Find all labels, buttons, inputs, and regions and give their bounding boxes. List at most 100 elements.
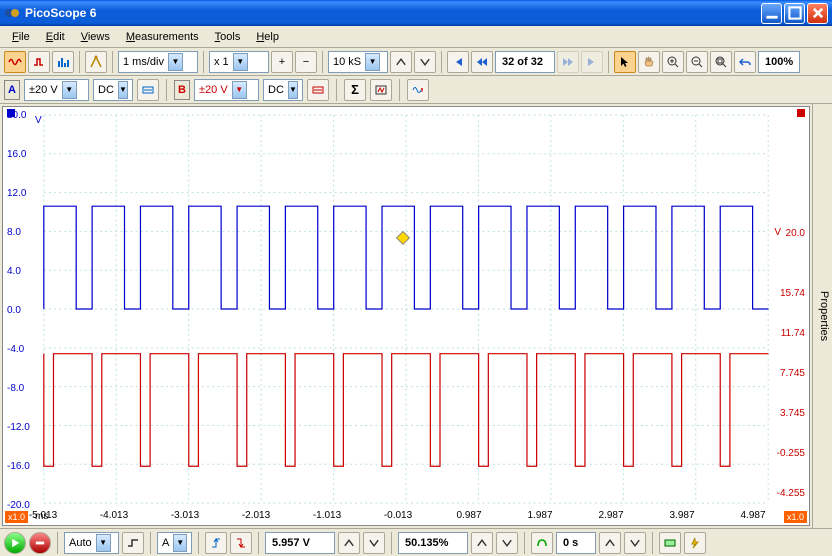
- maximize-button[interactable]: [784, 3, 805, 24]
- persistence-mode-button[interactable]: [28, 51, 50, 73]
- nav-next-button[interactable]: [557, 51, 579, 73]
- y-tick-a: 4.0: [7, 266, 21, 277]
- menubar: File Edit Views Measurements Tools Help: [0, 26, 832, 48]
- serial-decode-button[interactable]: [407, 79, 429, 101]
- menu-help[interactable]: Help: [248, 28, 287, 46]
- trigger-mode-select[interactable]: Auto▼: [64, 532, 119, 554]
- xmult-dec-button[interactable]: −: [295, 51, 317, 73]
- channel-b-range-value: ±20 V: [199, 84, 228, 96]
- trigger-mode-value: Auto: [69, 537, 92, 549]
- menu-views[interactable]: Views: [73, 28, 118, 46]
- x-tick: 4.987: [740, 510, 765, 521]
- properties-tab[interactable]: Properties: [812, 104, 832, 528]
- channel-a-range-select[interactable]: ±20 V▼: [24, 79, 89, 101]
- channel-a-options-button[interactable]: [137, 79, 159, 101]
- x-tick: -0.013: [384, 510, 412, 521]
- chevron-down-icon: ▼: [288, 81, 298, 99]
- close-button[interactable]: [807, 3, 828, 24]
- channel-a-coupling-select[interactable]: DC▼: [93, 79, 133, 101]
- zoom-badge-left: x1.0: [5, 511, 28, 523]
- delay-button[interactable]: [531, 532, 553, 554]
- timebase-value: 1 ms/div: [123, 56, 164, 68]
- y-tick-a: 16.0: [7, 149, 26, 160]
- rapid-trigger-button[interactable]: [684, 532, 706, 554]
- samples-inc-button[interactable]: [390, 51, 412, 73]
- y-tick-a: -16.0: [7, 461, 30, 472]
- cursor-marker[interactable]: [396, 231, 410, 245]
- pointer-tool-button[interactable]: [614, 51, 636, 73]
- timebase-select[interactable]: 1 ms/div ▼: [118, 51, 198, 73]
- zoom-out-button[interactable]: [686, 51, 708, 73]
- waveform-graph[interactable]: 20.016.012.08.04.00.0-4.0-8.0-12.0-16.0-…: [2, 106, 810, 526]
- y-tick-a: -20.0: [7, 500, 30, 511]
- xmult-value: x 1: [214, 56, 229, 68]
- x-tick: 2.987: [598, 510, 623, 521]
- trigger-falling-button[interactable]: [230, 532, 252, 554]
- pretrigger-inc-button[interactable]: [471, 532, 493, 554]
- samples-select[interactable]: 10 kS ▼: [328, 51, 388, 73]
- y-tick-b: -4.255: [777, 488, 805, 499]
- main-toolbar: 1 ms/div▼ x 1▼ + − 10 kS▼ 32 of 32 100%: [0, 48, 832, 76]
- channel-b-indicator: [797, 109, 805, 117]
- pretrigger-dec-button[interactable]: [496, 532, 518, 554]
- run-button[interactable]: [4, 532, 26, 554]
- menu-tools[interactable]: Tools: [207, 28, 249, 46]
- trigger-source-value: A: [162, 537, 169, 549]
- menu-edit[interactable]: Edit: [38, 28, 73, 46]
- channel-a-label[interactable]: A: [4, 80, 20, 100]
- trigger-delay[interactable]: 0 s: [556, 532, 596, 554]
- zoom-in-button[interactable]: [662, 51, 684, 73]
- x-tick: -2.013: [242, 510, 270, 521]
- channel-b-options-button[interactable]: [307, 79, 329, 101]
- spectrum-mode-button[interactable]: [52, 51, 74, 73]
- level-dec-button[interactable]: [363, 532, 385, 554]
- channel-bar: A ±20 V ▼ DC▼ B ±20 V ▼ DC▼ Σ: [0, 76, 832, 104]
- samples-value: 10 kS: [333, 56, 361, 68]
- xmult-select[interactable]: x 1▼: [209, 51, 269, 73]
- samples-dec-button[interactable]: [414, 51, 436, 73]
- delay-dec-button[interactable]: [624, 532, 646, 554]
- channel-b-coupling-select[interactable]: DC▼: [263, 79, 303, 101]
- channel-b-label[interactable]: B: [174, 80, 190, 100]
- minimize-button[interactable]: [761, 3, 782, 24]
- trigger-edge-button[interactable]: [122, 532, 144, 554]
- window-title: PicoScope 6: [25, 6, 761, 20]
- nav-first-button[interactable]: [447, 51, 469, 73]
- measurements-button[interactable]: [659, 532, 681, 554]
- menu-file[interactable]: File: [4, 28, 38, 46]
- x-tick: -1.013: [313, 510, 341, 521]
- reference-waveform-button[interactable]: [370, 79, 392, 101]
- trigger-rising-button[interactable]: [205, 532, 227, 554]
- xmult-inc-button[interactable]: +: [271, 51, 293, 73]
- level-inc-button[interactable]: [338, 532, 360, 554]
- y-tick-b: 7.745: [780, 368, 805, 379]
- channel-b-range-select[interactable]: ±20 V ▼: [194, 79, 259, 101]
- chevron-down-icon: ▼: [365, 53, 380, 71]
- zoom-badge-right: x1.0: [784, 511, 807, 523]
- x-tick: -4.013: [100, 510, 128, 521]
- trigger-source-select[interactable]: A▼: [157, 532, 192, 554]
- nav-last-button[interactable]: [581, 51, 603, 73]
- channel-a-indicator: [7, 109, 15, 117]
- chevron-down-icon: ▼: [168, 53, 183, 71]
- menu-measurements[interactable]: Measurements: [118, 28, 207, 46]
- undo-zoom-button[interactable]: [734, 51, 756, 73]
- y-tick-a: 12.0: [7, 188, 26, 199]
- math-sigma-button[interactable]: Σ: [344, 79, 366, 101]
- zoom-fit-button[interactable]: [710, 51, 732, 73]
- stop-button[interactable]: [29, 532, 51, 554]
- chevron-down-icon: ▼: [173, 534, 187, 552]
- channel-a-range-value: ±20 V: [29, 84, 58, 96]
- pretrigger[interactable]: 50.135%: [398, 532, 468, 554]
- signal-gen-button[interactable]: [85, 51, 107, 73]
- nav-prev-button[interactable]: [471, 51, 493, 73]
- delay-inc-button[interactable]: [599, 532, 621, 554]
- chevron-down-icon: ▼: [232, 81, 247, 99]
- y-tick-a: -8.0: [7, 383, 24, 394]
- trigger-level[interactable]: 5.957 V: [265, 532, 335, 554]
- scope-mode-button[interactable]: [4, 51, 26, 73]
- y-tick-b: 11.74: [781, 328, 805, 339]
- pan-tool-button[interactable]: [638, 51, 660, 73]
- x-tick: 0.987: [456, 510, 481, 521]
- x-axis-unit: ms: [35, 511, 48, 522]
